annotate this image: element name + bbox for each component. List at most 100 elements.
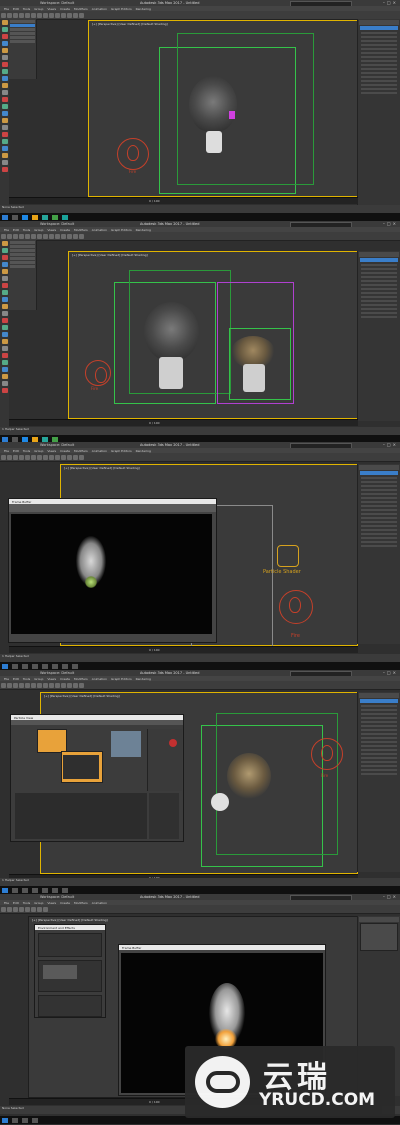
time-slider[interactable]: 0 / 100 <box>9 419 358 426</box>
move-icon[interactable] <box>30 906 36 912</box>
viewport-label[interactable]: [+] [Perspective] [User Defined] [Defaul… <box>32 918 108 922</box>
taskbar-app-icon[interactable] <box>12 887 18 893</box>
vase-model-left[interactable] <box>159 357 183 389</box>
link-icon[interactable] <box>12 906 18 912</box>
taskbar-app-icon[interactable] <box>42 214 48 220</box>
tool-icon[interactable] <box>1 153 8 158</box>
effects-list[interactable] <box>43 965 77 979</box>
taskbar-app-icon[interactable] <box>42 887 48 893</box>
tool-icon[interactable] <box>1 297 8 302</box>
select-icon[interactable] <box>24 12 30 18</box>
tool-icon[interactable] <box>1 132 8 137</box>
viewport-label[interactable]: [+] [Perspective] [User Defined] [Defaul… <box>64 466 140 470</box>
taskbar-app-icon[interactable] <box>42 436 48 442</box>
scale-icon[interactable] <box>42 906 48 912</box>
event-node-1[interactable] <box>37 729 67 753</box>
scene-explorer[interactable] <box>9 19 37 79</box>
taskbar-app-icon[interactable] <box>22 1117 28 1123</box>
unlink-icon[interactable] <box>18 233 24 239</box>
tool-icon[interactable] <box>1 111 8 116</box>
taskbar-app-icon[interactable] <box>22 887 28 893</box>
perspective-viewport[interactable]: [+] [Perspective] [User Defined] [Defaul… <box>68 251 358 419</box>
link-icon[interactable] <box>12 233 18 239</box>
select-icon[interactable] <box>24 233 30 239</box>
unlink-icon[interactable] <box>18 682 24 688</box>
tool-icon[interactable] <box>1 146 8 151</box>
select-icon[interactable] <box>24 906 30 912</box>
tool-icon[interactable] <box>1 367 8 372</box>
tool-icon[interactable] <box>1 283 8 288</box>
tool-icon[interactable] <box>1 27 8 32</box>
tool-icon[interactable] <box>1 48 8 53</box>
start-icon[interactable] <box>2 887 8 893</box>
exposure-control-rollout[interactable] <box>38 933 102 957</box>
material-editor-icon[interactable] <box>66 682 72 688</box>
time-slider[interactable]: 0 / 100 <box>9 646 358 653</box>
tool-icon[interactable] <box>1 374 8 379</box>
object-type-selected[interactable] <box>360 699 398 703</box>
start-icon[interactable] <box>2 663 8 669</box>
taskbar-app-icon[interactable] <box>12 663 18 669</box>
object-type-selected[interactable] <box>360 923 398 951</box>
fire-effect-icon[interactable] <box>117 138 149 170</box>
vase-model-right[interactable] <box>243 364 265 392</box>
tool-icon[interactable] <box>1 34 8 39</box>
tool-icon[interactable] <box>1 97 8 102</box>
rotate-icon[interactable] <box>36 233 42 239</box>
tree-model[interactable] <box>189 76 237 134</box>
taskbar-app-icon[interactable] <box>12 1117 18 1123</box>
tool-icon[interactable] <box>1 381 8 386</box>
unlink-icon[interactable] <box>18 906 24 912</box>
tool-icon[interactable] <box>1 304 8 309</box>
tool-icon[interactable] <box>1 276 8 281</box>
move-icon[interactable] <box>30 682 36 688</box>
tool-icon[interactable] <box>1 90 8 95</box>
tool-icon[interactable] <box>1 318 8 323</box>
environment-and-effects-titlebar[interactable]: Environment and Effects <box>35 925 105 930</box>
command-panel-tabs[interactable] <box>359 917 399 922</box>
select-icon[interactable] <box>24 454 30 460</box>
link-icon[interactable] <box>12 12 18 18</box>
tool-icon[interactable] <box>1 325 8 330</box>
material-editor-icon[interactable] <box>66 454 72 460</box>
taskbar-app-icon[interactable] <box>52 887 58 893</box>
fire-effect-icon[interactable] <box>279 590 313 624</box>
mirror-icon[interactable] <box>54 454 60 460</box>
start-icon[interactable] <box>2 1117 8 1123</box>
render-icon[interactable] <box>78 12 84 18</box>
tool-icon[interactable] <box>1 262 8 267</box>
tool-icon[interactable] <box>1 118 8 123</box>
fire-effect-icon[interactable] <box>311 738 343 770</box>
scale-icon[interactable] <box>42 682 48 688</box>
render-icon[interactable] <box>78 233 84 239</box>
tool-icon[interactable] <box>1 160 8 165</box>
tool-icon[interactable] <box>1 139 8 144</box>
tool-icon[interactable] <box>1 248 8 253</box>
tree-model[interactable] <box>227 753 271 799</box>
taskbar-app-icon[interactable] <box>42 663 48 669</box>
time-slider[interactable]: 0 / 100 <box>9 197 358 204</box>
tree-model-left[interactable] <box>144 302 199 362</box>
tool-icon[interactable] <box>1 353 8 358</box>
unlink-icon[interactable] <box>18 12 24 18</box>
object-type-selected[interactable] <box>360 26 398 30</box>
tool-icon[interactable] <box>1 83 8 88</box>
taskbar-app-icon[interactable] <box>52 214 58 220</box>
mirror-icon[interactable] <box>54 682 60 688</box>
redo-icon[interactable] <box>6 12 12 18</box>
undo-icon[interactable] <box>0 682 6 688</box>
tool-icon[interactable] <box>1 311 8 316</box>
scene-explorer[interactable] <box>9 240 37 310</box>
rotate-icon[interactable] <box>36 682 42 688</box>
tool-icon[interactable] <box>1 104 8 109</box>
taskbar-app-icon[interactable] <box>32 663 38 669</box>
vase-model[interactable] <box>211 793 229 811</box>
move-icon[interactable] <box>30 233 36 239</box>
viewport-label[interactable]: [+] [Perspective] [User Defined] [Defaul… <box>44 694 120 698</box>
start-icon[interactable] <box>2 436 8 442</box>
taskbar-app-icon[interactable] <box>72 663 78 669</box>
material-editor-icon[interactable] <box>66 12 72 18</box>
material-swatch-icon[interactable] <box>169 739 177 747</box>
tool-icon[interactable] <box>1 332 8 337</box>
command-panel-tabs[interactable] <box>359 252 399 257</box>
